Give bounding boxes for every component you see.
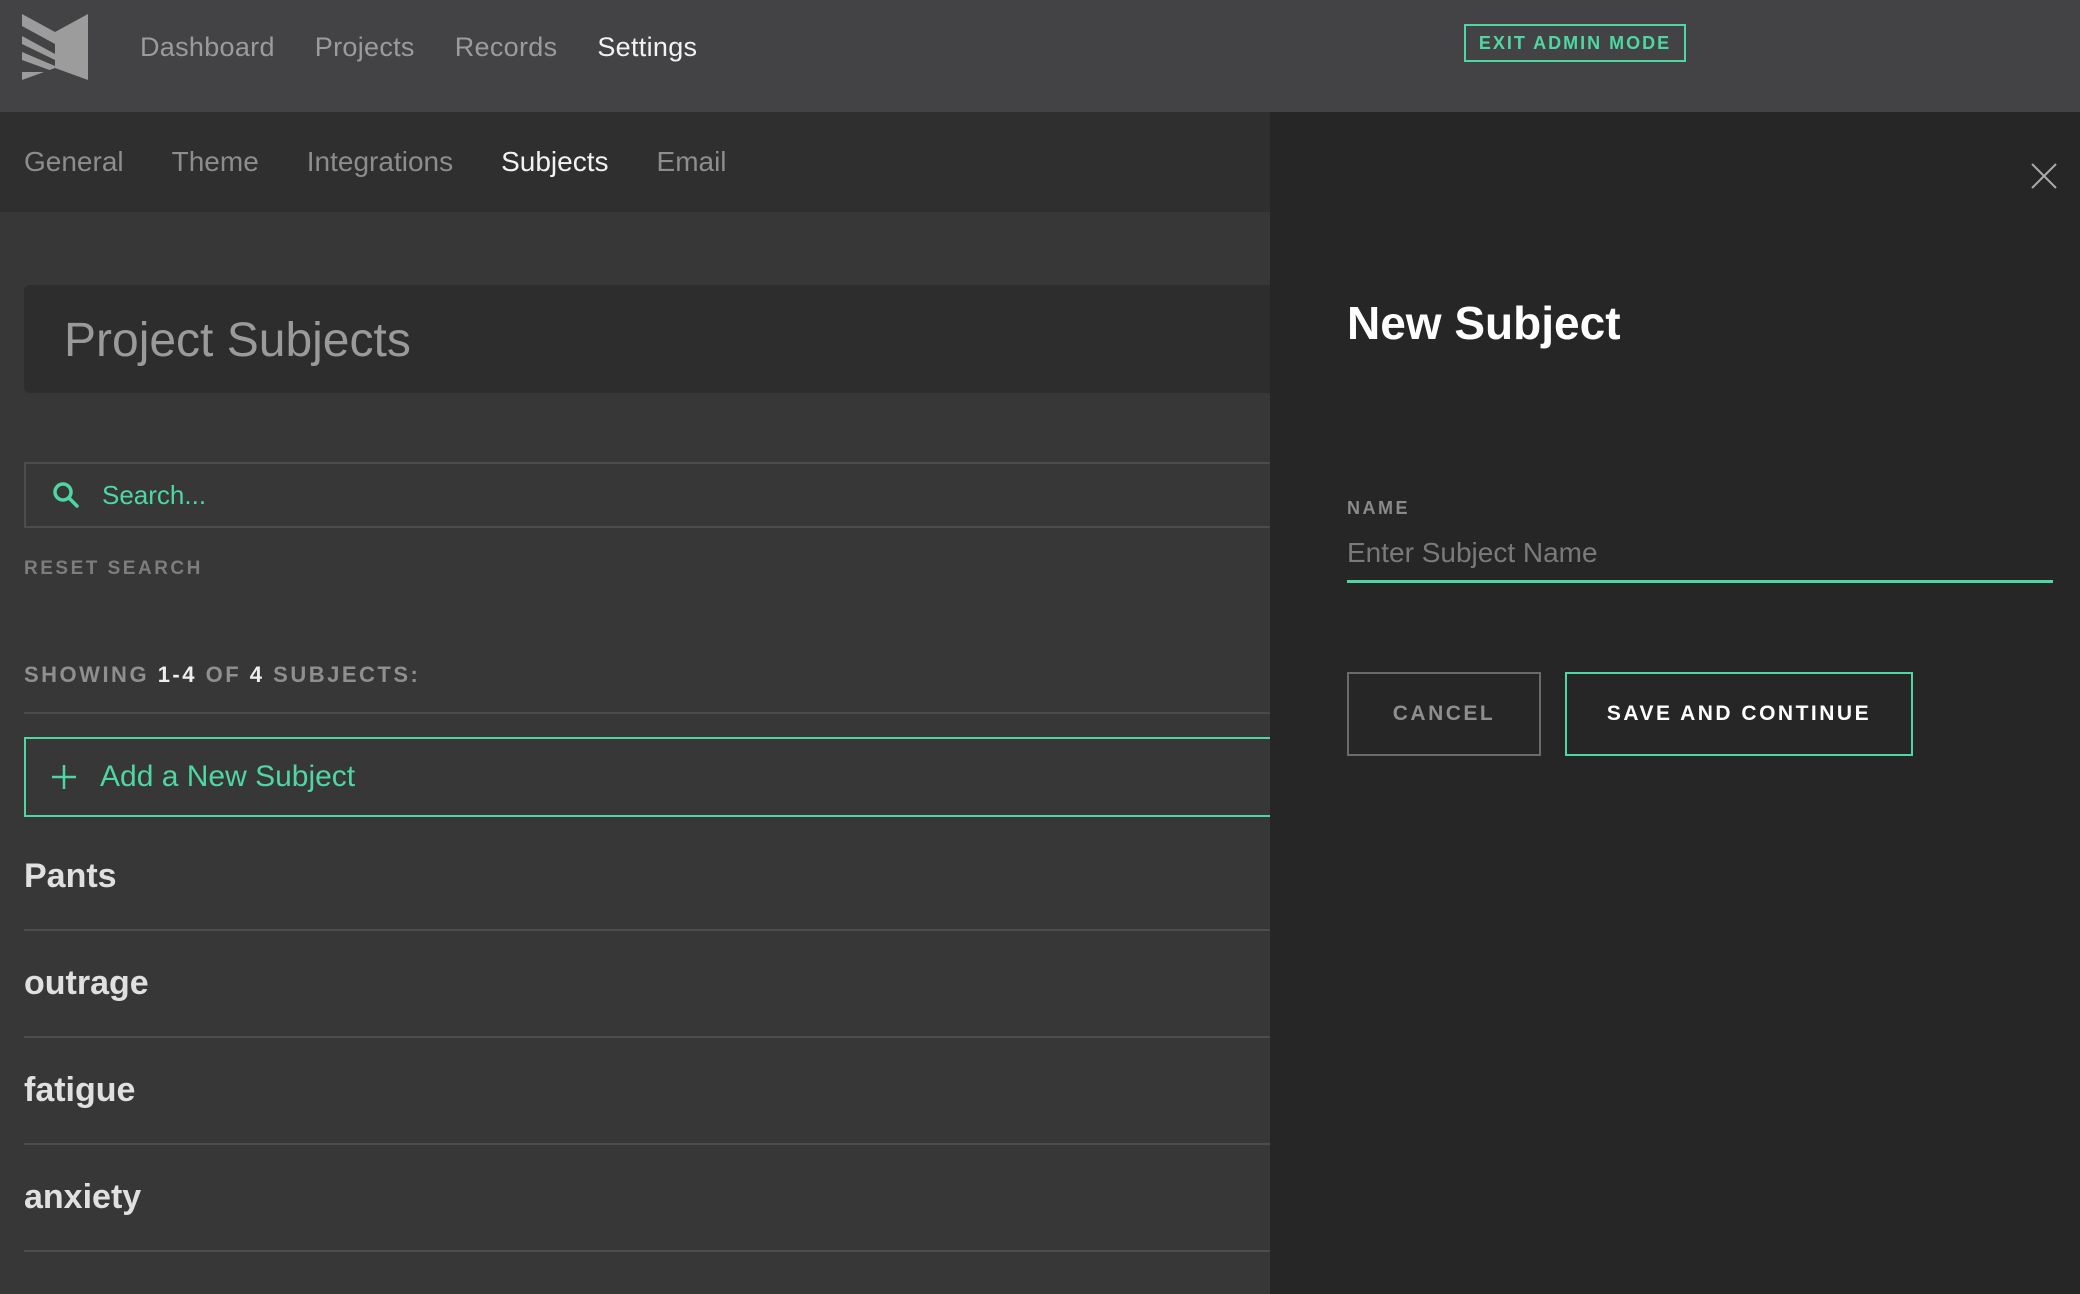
showing-of: OF bbox=[205, 662, 242, 687]
new-subject-panel: New Subject NAME CANCEL SAVE AND CONTINU… bbox=[1270, 112, 2080, 1294]
page-header: Project Subjects bbox=[24, 285, 1270, 393]
showing-suffix: SUBJECTS: bbox=[273, 662, 421, 687]
nav-settings[interactable]: Settings bbox=[597, 32, 697, 63]
list-item[interactable]: anxiety bbox=[24, 1145, 1270, 1252]
panel-title: New Subject bbox=[1347, 297, 1621, 349]
page-title: Project Subjects bbox=[64, 314, 411, 367]
tab-email[interactable]: Email bbox=[657, 146, 727, 178]
search-input[interactable] bbox=[100, 478, 1004, 512]
list-item[interactable]: fatigue bbox=[24, 1038, 1270, 1145]
subject-list: Pants outrage fatigue anxiety bbox=[24, 824, 1270, 1252]
tab-general[interactable]: General bbox=[24, 146, 124, 178]
nav-dashboard[interactable]: Dashboard bbox=[140, 32, 275, 63]
subject-name-field[interactable] bbox=[1347, 526, 2053, 583]
nav-projects[interactable]: Projects bbox=[315, 32, 415, 63]
exit-admin-mode-button[interactable]: EXIT ADMIN MODE bbox=[1464, 24, 1686, 62]
divider bbox=[24, 712, 1270, 714]
add-subject-label: Add a New Subject bbox=[100, 760, 356, 793]
main-nav: Dashboard Projects Records Settings bbox=[140, 0, 697, 94]
search-icon bbox=[53, 482, 79, 508]
showing-range: 1-4 bbox=[157, 662, 197, 687]
nav-records[interactable]: Records bbox=[455, 32, 558, 63]
settings-tabs: General Theme Integrations Subjects Emai… bbox=[0, 112, 1270, 212]
tab-theme[interactable]: Theme bbox=[172, 146, 259, 178]
logo-icon[interactable] bbox=[22, 14, 88, 80]
save-and-continue-button[interactable]: SAVE AND CONTINUE bbox=[1565, 672, 1913, 756]
list-item[interactable]: Pants bbox=[24, 824, 1270, 931]
plus-icon bbox=[52, 765, 76, 789]
results-count: SHOWING 1-4 OF 4 SUBJECTS: bbox=[24, 662, 420, 688]
showing-total: 4 bbox=[249, 662, 265, 687]
list-item[interactable]: outrage bbox=[24, 931, 1270, 1038]
close-icon[interactable] bbox=[2024, 156, 2064, 196]
tab-integrations[interactable]: Integrations bbox=[307, 146, 453, 178]
showing-prefix: SHOWING bbox=[24, 662, 150, 687]
tab-subjects[interactable]: Subjects bbox=[501, 146, 608, 178]
search-box[interactable] bbox=[24, 462, 1270, 528]
cancel-button[interactable]: CANCEL bbox=[1347, 672, 1541, 756]
main-content: Project Subjects RESET SEARCH SHOWING 1-… bbox=[0, 212, 1270, 1294]
name-label: NAME bbox=[1347, 498, 1410, 518]
top-bar: Dashboard Projects Records Settings EXIT… bbox=[0, 0, 2080, 112]
reset-search-link[interactable]: RESET SEARCH bbox=[24, 558, 203, 580]
add-subject-button[interactable]: Add a New Subject bbox=[24, 737, 1270, 817]
